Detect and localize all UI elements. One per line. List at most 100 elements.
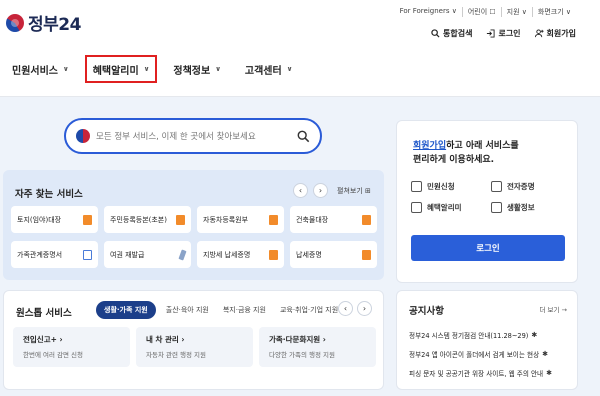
service-card[interactable]: 가족관계증명서	[11, 241, 98, 268]
file-icon	[362, 214, 371, 225]
notice-panel: 공지사항 더 보기 → 정부24 시스템 정기점검 안내(11.28~29) ✱ …	[396, 290, 578, 390]
file-icon	[269, 214, 278, 225]
onestop-nav: ‹ ›	[338, 301, 372, 316]
login-message-line2: 편리하게 이용하세요.	[413, 155, 495, 165]
service-life-info[interactable]: 생활정보	[491, 202, 571, 213]
service-benefit-alert[interactable]: 혜택알리미	[411, 202, 491, 213]
search-input[interactable]: 모든 정부 서비스, 이제 한 곳에서 찾아보세요	[96, 130, 297, 142]
gnb-menu-benefit-alert[interactable]: 혜택알리미 ∨	[84, 55, 158, 83]
gnb-menu-label: 민원서비스	[12, 65, 58, 77]
onestop-card-desc: 자동차 관련 행정 지원	[146, 351, 207, 359]
frequent-service-cards: 토지(임야)대장 주민등록등본(초본) 자동차등록원부 건축물대장 가족관계증명…	[11, 206, 377, 268]
certificate-icon	[491, 181, 502, 192]
gnb-menu-label: 혜택알리미	[92, 65, 139, 77]
expand-all-link[interactable]: 펼쳐보기 ⊞	[337, 186, 371, 196]
gnb-menu-label: 고객센터	[244, 65, 282, 77]
service-card[interactable]: 지방세 납세증명	[197, 241, 284, 268]
tab-welfare-finance[interactable]: 복지·금융 지원	[219, 302, 270, 318]
header: 정부24 For Foreigners ∨ 어린이 ☐ 지원 ∨ 화면크기 ∨ …	[0, 0, 600, 96]
util-link-font-size[interactable]: 화면크기 ∨	[531, 7, 576, 17]
tab-education-employment[interactable]: 교육·취업·기업 지원	[276, 302, 342, 318]
service-card-label: 지방세 납세증명	[203, 250, 251, 259]
service-e-certificate[interactable]: 전자증명	[491, 181, 571, 192]
service-card[interactable]: 토지(임야)대장	[11, 206, 98, 233]
onestop-cards: 전입신고+ › 한번에 여러 감면 신청 내 차 관리 › 자동차 관련 행정 …	[13, 327, 376, 367]
gift-icon	[411, 202, 422, 213]
onestop-card[interactable]: 전입신고+ › 한번에 여러 감면 신청	[13, 327, 130, 367]
quick-links: 통합검색 로그인 회원가입	[431, 28, 576, 39]
signup-inline-link[interactable]: 회원가입	[413, 141, 446, 151]
onestop-card[interactable]: 가족·다문화지원 › 다양한 가족의 행정 지원	[259, 327, 376, 367]
notice-item[interactable]: 피싱 문자 및 공공기관 위장 사이트, 웹 주의 안내 ✱	[409, 363, 575, 382]
util-link-kids[interactable]: 어린이 ☐	[461, 7, 501, 17]
taegeuk-emblem-icon	[6, 13, 24, 32]
tab-life-family[interactable]: 생활·가족 지원	[96, 301, 156, 319]
onestop-title: 원스톱 서비스	[16, 308, 72, 319]
notice-item[interactable]: 정부24 시스템 정기점검 안내(11.28~29) ✱	[409, 325, 575, 344]
onestop-card-title: 가족·다문화지원 ›	[269, 335, 326, 344]
service-card[interactable]: 여권 재발급	[104, 241, 191, 268]
search-icon	[431, 29, 440, 38]
onestop-card-title: 전입신고+ ›	[23, 335, 63, 344]
login-link[interactable]: 로그인	[486, 28, 521, 39]
onestop-card[interactable]: 내 차 관리 › 자동차 관련 행정 지원	[136, 327, 253, 367]
pin-icon: ✱	[546, 368, 552, 377]
notice-item-text: 정부24 앱 아이콘이 폴더에서 검게 보이는 현상	[409, 350, 540, 359]
onestop-tabs: 생활·가족 지원 출산·육아 지원 복지·금융 지원 교육·취업·기업 지원	[96, 301, 342, 319]
taegeuk-emblem-icon	[76, 129, 90, 143]
login-label: 로그인	[498, 29, 521, 38]
service-card-label: 여권 재발급	[110, 250, 145, 259]
document-icon	[411, 181, 422, 192]
gnb-menu-policy-info[interactable]: 정책정보 ∨	[161, 54, 233, 84]
notice-title: 공지사항	[409, 306, 444, 317]
service-card-label: 납세증명	[296, 250, 322, 259]
gnb-menu-customer-center[interactable]: 고객센터 ∨	[233, 54, 305, 84]
card-icon	[491, 202, 502, 213]
service-card-label: 토지(임야)대장	[17, 215, 62, 224]
gnb-menu-civil-service[interactable]: 민원서비스 ∨	[0, 54, 81, 84]
integrated-search-link[interactable]: 통합검색	[431, 28, 472, 39]
service-card[interactable]: 건축물대장	[290, 206, 377, 233]
chevron-down-icon: ∨	[286, 65, 293, 73]
main-search-bar[interactable]: 모든 정부 서비스, 이제 한 곳에서 찾아보세요	[64, 118, 322, 154]
service-label: 혜택알리미	[427, 203, 462, 212]
pen-icon	[178, 248, 187, 261]
notice-item[interactable]: 정부24 앱 아이콘이 폴더에서 검게 보이는 현상 ✱	[409, 344, 575, 363]
tab-birth-childcare[interactable]: 출산·육아 지원	[162, 302, 213, 318]
integrated-search-label: 통합검색	[443, 29, 473, 38]
service-card-label: 가족관계증명서	[17, 250, 63, 259]
next-arrow-button[interactable]: ›	[357, 301, 372, 316]
chevron-down-icon: ∨	[63, 65, 69, 73]
frequent-services: 자주 찾는 서비스 ‹ › 펼쳐보기 ⊞ 토지(임야)대장 주민등록등본(초본)…	[3, 170, 384, 280]
service-card[interactable]: 자동차등록원부	[197, 206, 284, 233]
login-icon	[487, 29, 496, 38]
notice-item-text: 정부24 시스템 정기점검 안내(11.28~29)	[409, 331, 529, 340]
file-icon	[83, 214, 92, 225]
onestop-services: 원스톱 서비스 생활·가족 지원 출산·육아 지원 복지·금융 지원 교육·취업…	[3, 290, 384, 390]
login-panel: 회원가입하고 아래 서비스를 편리하게 이용하세요. 민원신청 전자증명 혜택알…	[396, 120, 578, 283]
service-card-label: 주민등록등본(초본)	[110, 215, 167, 224]
login-message: 회원가입하고 아래 서비스를 편리하게 이용하세요.	[413, 139, 563, 167]
site-logo[interactable]: 정부24	[6, 10, 81, 35]
login-button[interactable]: 로그인	[411, 235, 565, 261]
file-icon	[362, 249, 371, 260]
next-arrow-button[interactable]: ›	[313, 183, 328, 198]
login-services: 민원신청 전자증명 혜택알리미 생활정보	[411, 181, 571, 213]
user-plus-icon	[534, 29, 544, 38]
login-message-line1: 하고 아래 서비스를	[446, 141, 519, 151]
signup-link[interactable]: 회원가입	[534, 28, 576, 39]
search-icon[interactable]	[297, 130, 310, 143]
service-civil-application[interactable]: 민원신청	[411, 181, 491, 192]
notice-more-link[interactable]: 더 보기 →	[539, 304, 567, 314]
chevron-down-icon: ∨	[143, 65, 150, 73]
chevron-down-icon: ∨	[215, 65, 221, 73]
prev-arrow-button[interactable]: ‹	[338, 301, 353, 316]
prev-arrow-button[interactable]: ‹	[293, 183, 308, 198]
service-card[interactable]: 납세증명	[290, 241, 377, 268]
service-card[interactable]: 주민등록등본(초본)	[104, 206, 191, 233]
global-nav: 민원서비스 ∨ 혜택알리미 ∨ 정책정보 ∨ 고객센터 ∨	[0, 54, 600, 84]
util-link-foreigners[interactable]: For Foreigners ∨	[395, 7, 462, 17]
service-label: 전자증명	[507, 182, 535, 191]
file-icon	[269, 249, 278, 260]
util-link-support[interactable]: 지원 ∨	[500, 7, 532, 17]
